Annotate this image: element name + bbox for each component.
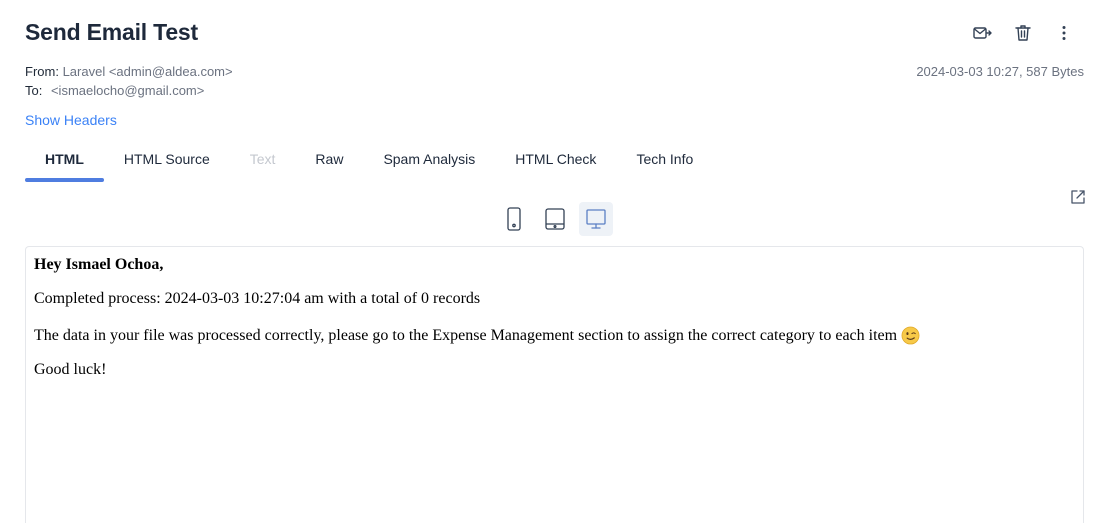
closing: Good luck! (34, 361, 107, 378)
delete-button[interactable] (1002, 22, 1043, 44)
from-label: From: (25, 64, 59, 79)
mobile-view-button[interactable] (497, 202, 531, 236)
to-label: To: (25, 83, 43, 98)
mark-read-button[interactable] (961, 22, 1002, 44)
tab-html[interactable]: HTML (25, 142, 104, 182)
show-headers-link[interactable]: Show Headers (25, 112, 117, 128)
view-tabs: HTML HTML Source Text Raw Spam Analysis … (25, 142, 713, 182)
date-size: 2024-03-03 10:27, 587 Bytes (916, 64, 1084, 79)
mark-read-icon (972, 27, 992, 39)
open-external-icon[interactable] (1069, 188, 1087, 206)
to-value: <ismaelocho@gmail.com> (50, 83, 205, 98)
desktop-view-button[interactable] (579, 202, 613, 236)
email-subject: Send Email Test (25, 19, 198, 45)
more-vertical-icon (1062, 26, 1065, 40)
trash-icon (1014, 25, 1031, 41)
tab-raw[interactable]: Raw (295, 142, 363, 182)
more-options-button[interactable] (1043, 22, 1084, 44)
tablet-view-button[interactable] (538, 202, 572, 236)
mobile-icon (507, 207, 521, 231)
tab-text[interactable]: Text (230, 142, 296, 182)
greeting: Hey Ismael Ochoa, (34, 256, 164, 273)
process-summary: Completed process: 2024-03-03 10:27:04 a… (34, 290, 481, 307)
instruction-line: The data in your file was processed corr… (34, 326, 1075, 345)
wink-emoji-icon (901, 326, 920, 345)
email-preview: Hey Ismael Ochoa, Completed process: 202… (25, 246, 1084, 523)
tablet-icon (545, 208, 565, 230)
email-toolbar (961, 22, 1084, 44)
tab-tech-info[interactable]: Tech Info (616, 142, 713, 182)
to-row: To: <ismaelocho@gmail.com> (25, 83, 204, 98)
desktop-icon (586, 209, 606, 229)
tab-html-source[interactable]: HTML Source (104, 142, 230, 182)
tab-spam-analysis[interactable]: Spam Analysis (363, 142, 495, 182)
tab-html-check[interactable]: HTML Check (495, 142, 616, 182)
instruction-text: The data in your file was processed corr… (34, 326, 898, 344)
from-value: Laravel <admin@aldea.com> (62, 64, 233, 79)
from-row: From: Laravel <admin@aldea.com> (25, 64, 233, 79)
device-toggle (497, 202, 613, 236)
